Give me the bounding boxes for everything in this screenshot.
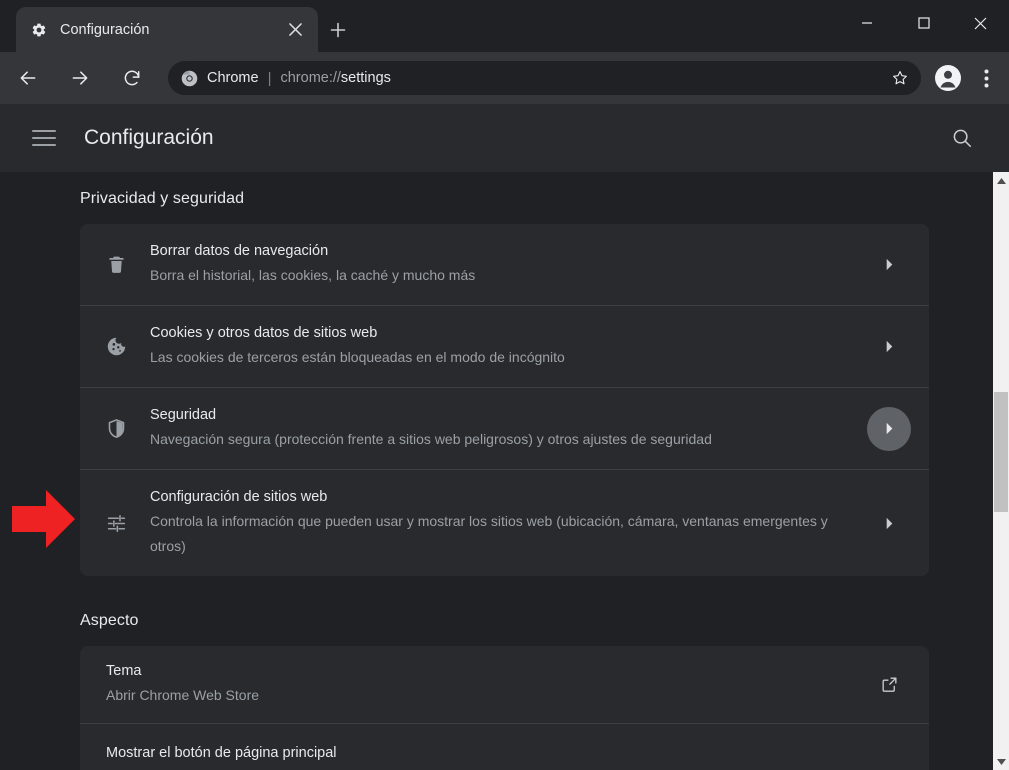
row-title: Mostrar el botón de página principal — [106, 743, 905, 763]
chevron-right-icon[interactable] — [867, 325, 911, 369]
row-title: Cookies y otros datos de sitios web — [150, 323, 843, 343]
row-seguridad[interactable]: Seguridad Navegación segura (protección … — [80, 387, 929, 469]
settings-content: Privacidad y seguridad Borrar datos de n… — [0, 172, 993, 770]
chevron-right-icon[interactable] — [867, 407, 911, 451]
omnibox-url-suffix: settings — [341, 70, 391, 86]
search-icon[interactable] — [945, 121, 979, 155]
row-borrar-datos[interactable]: Borrar datos de navegación Borra el hist… — [80, 224, 929, 305]
back-arrow-icon[interactable] — [12, 62, 44, 94]
row-title: Tema — [106, 661, 843, 681]
section-title-privacidad: Privacidad y seguridad — [0, 172, 993, 224]
scrollbar-thumb[interactable] — [994, 392, 1008, 512]
chevron-right-icon[interactable] — [867, 501, 911, 545]
row-tema[interactable]: Tema Abrir Chrome Web Store — [80, 646, 929, 723]
trash-icon — [104, 253, 128, 277]
browser-toolbar: Chrome | chrome://settings — [0, 52, 1009, 104]
close-icon[interactable] — [282, 17, 308, 43]
tab-title: Configuración — [60, 22, 282, 38]
shield-icon — [104, 417, 128, 441]
tab-strip: Configuración — [0, 0, 1009, 52]
omnibox-url-prefix: chrome:// — [280, 70, 340, 86]
chevron-right-icon[interactable] — [867, 243, 911, 287]
row-configuracion-sitios-web[interactable]: Configuración de sitios web Controla la … — [80, 469, 929, 576]
three-dot-menu-icon[interactable] — [969, 59, 1003, 97]
row-text: Seguridad Navegación segura (protección … — [150, 405, 867, 452]
avatar[interactable] — [929, 59, 967, 97]
scroll-up-arrow-icon[interactable] — [993, 172, 1009, 189]
tab-configuracion[interactable]: Configuración — [16, 7, 318, 52]
maximize-button[interactable] — [895, 0, 952, 46]
scrollbar[interactable] — [993, 172, 1009, 770]
gear-icon — [30, 21, 48, 39]
minimize-button[interactable] — [838, 0, 895, 46]
row-text: Mostrar el botón de página principal — [106, 743, 929, 763]
reload-icon[interactable] — [116, 62, 148, 94]
row-mostrar-boton-pagina-principal[interactable]: Mostrar el botón de página principal — [80, 723, 929, 770]
omnibox-chip-label: Chrome — [207, 70, 259, 86]
row-title: Seguridad — [150, 405, 843, 425]
row-text: Configuración de sitios web Controla la … — [150, 487, 867, 559]
privacy-card: Borrar datos de navegación Borra el hist… — [80, 224, 929, 576]
chrome-logo-icon — [180, 69, 198, 87]
close-button[interactable] — [952, 0, 1009, 46]
settings-header: Configuración — [0, 104, 1009, 172]
omnibox-url: chrome://settings — [280, 70, 885, 86]
new-tab-button[interactable] — [322, 14, 354, 46]
omnibox-separator: | — [268, 70, 272, 87]
row-subtitle: Abrir Chrome Web Store — [106, 683, 843, 708]
row-text: Tema Abrir Chrome Web Store — [106, 661, 867, 708]
browser-window: Configuración — [0, 0, 1009, 770]
row-subtitle: Las cookies de terceros están bloqueadas… — [150, 345, 843, 370]
appearance-card: Tema Abrir Chrome Web Store Mostrar el b… — [80, 646, 929, 770]
row-subtitle: Controla la información que pueden usar … — [150, 509, 843, 559]
red-arrow-pointing-right — [12, 488, 76, 550]
address-bar[interactable]: Chrome | chrome://settings — [168, 61, 921, 95]
row-text: Borrar datos de navegación Borra el hist… — [150, 241, 867, 288]
row-cookies[interactable]: Cookies y otros datos de sitios web Las … — [80, 305, 929, 387]
row-title: Borrar datos de navegación — [150, 241, 843, 261]
section-title-aspecto: Aspecto — [0, 576, 993, 646]
window-controls — [838, 0, 1009, 46]
tune-sliders-icon — [104, 511, 128, 535]
forward-arrow-icon[interactable] — [64, 62, 96, 94]
row-subtitle: Borra el historial, las cookies, la cach… — [150, 263, 843, 288]
cookie-icon — [104, 335, 128, 359]
open-in-new-icon[interactable] — [867, 663, 911, 707]
row-title: Configuración de sitios web — [150, 487, 843, 507]
row-text: Cookies y otros datos de sitios web Las … — [150, 323, 867, 370]
star-icon[interactable] — [885, 63, 915, 93]
row-subtitle: Navegación segura (protección frente a s… — [150, 427, 843, 452]
hamburger-icon[interactable] — [32, 126, 56, 150]
page-title: Configuración — [84, 126, 214, 150]
scroll-down-arrow-icon[interactable] — [993, 753, 1009, 770]
